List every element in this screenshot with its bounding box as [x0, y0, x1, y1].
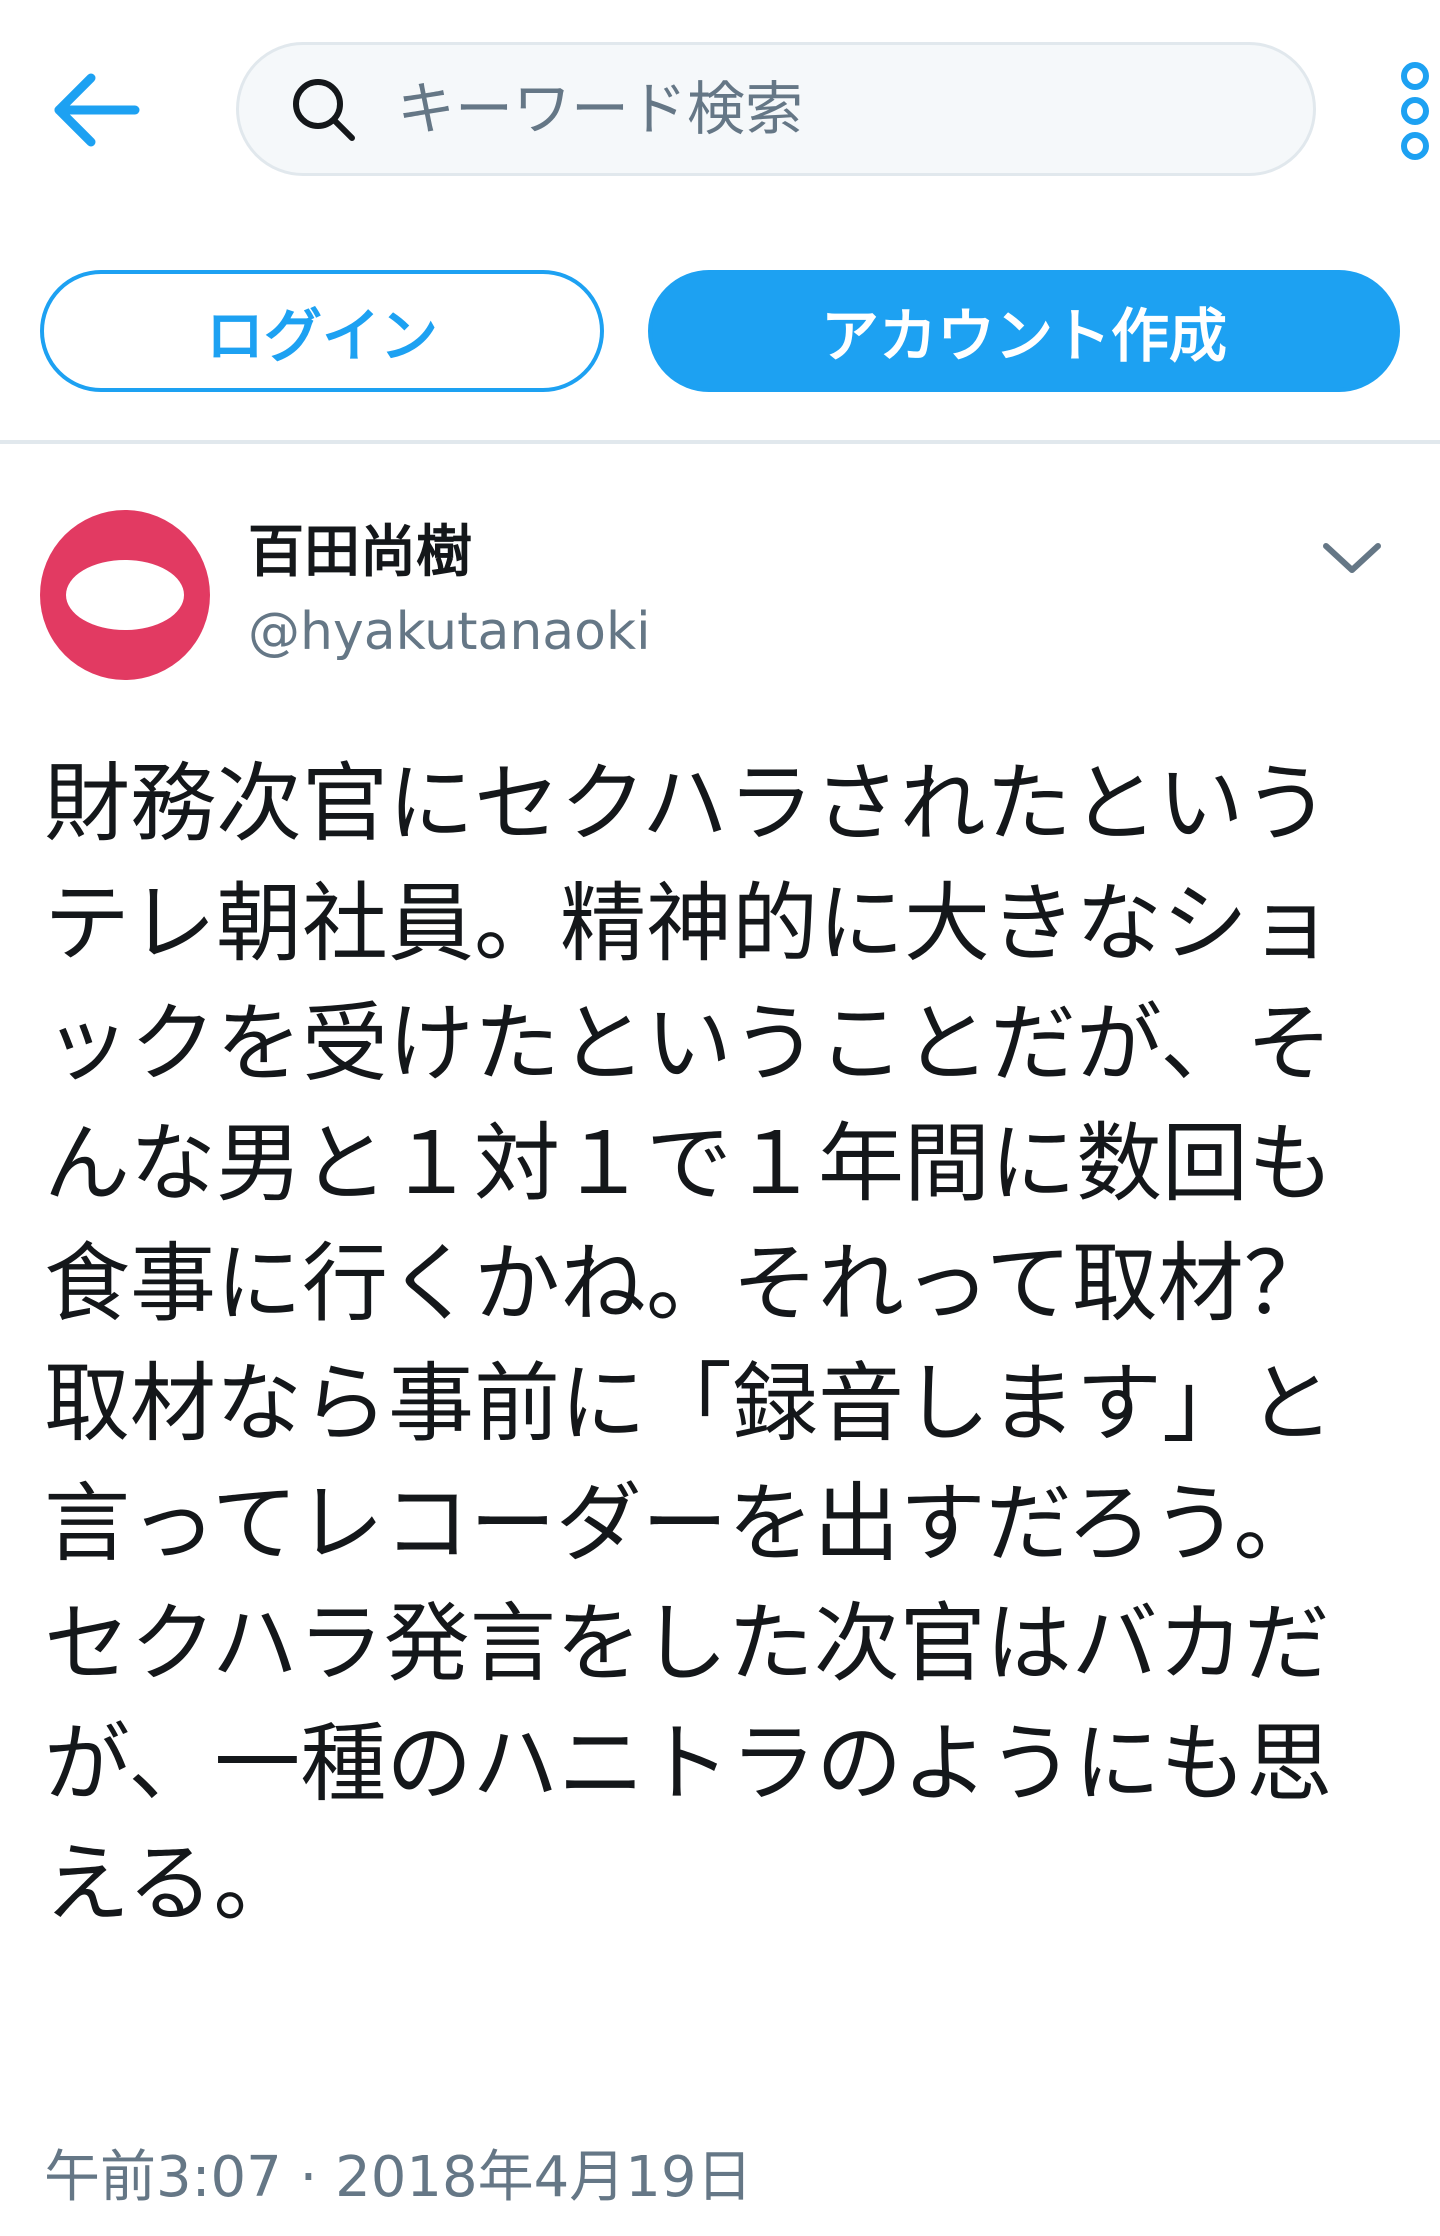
avatar-image [66, 560, 184, 630]
avatar[interactable] [40, 510, 210, 680]
top-bar [0, 0, 1440, 220]
tweet-menu-button[interactable] [1312, 518, 1392, 598]
divider [0, 440, 1440, 444]
more-vertical-icon [1401, 62, 1429, 160]
search-input[interactable] [395, 74, 1273, 144]
search-icon [287, 73, 359, 145]
tweet-header: 百田尚樹 @hyakutanaoki [0, 510, 1440, 680]
user-handle[interactable]: @hyakutanaoki [248, 600, 651, 664]
more-options-button[interactable] [1390, 56, 1440, 166]
back-button[interactable] [40, 60, 150, 160]
chevron-down-icon [1323, 543, 1381, 573]
auth-buttons: ログイン アカウント作成 [0, 270, 1440, 392]
tweet-text: 財務次官にセクハラされたというテレ朝社員。精神的に大きなショックを受けたというこ… [44, 754, 1334, 1934]
search-box[interactable] [236, 42, 1316, 176]
create-account-button[interactable]: アカウント作成 [648, 270, 1400, 392]
tweet-timestamp[interactable]: 午前3:07 · 2018年4月19日 [44, 2138, 753, 2218]
login-button[interactable]: ログイン [40, 270, 604, 392]
arrow-left-icon [54, 73, 140, 147]
display-name[interactable]: 百田尚樹 [248, 518, 472, 588]
